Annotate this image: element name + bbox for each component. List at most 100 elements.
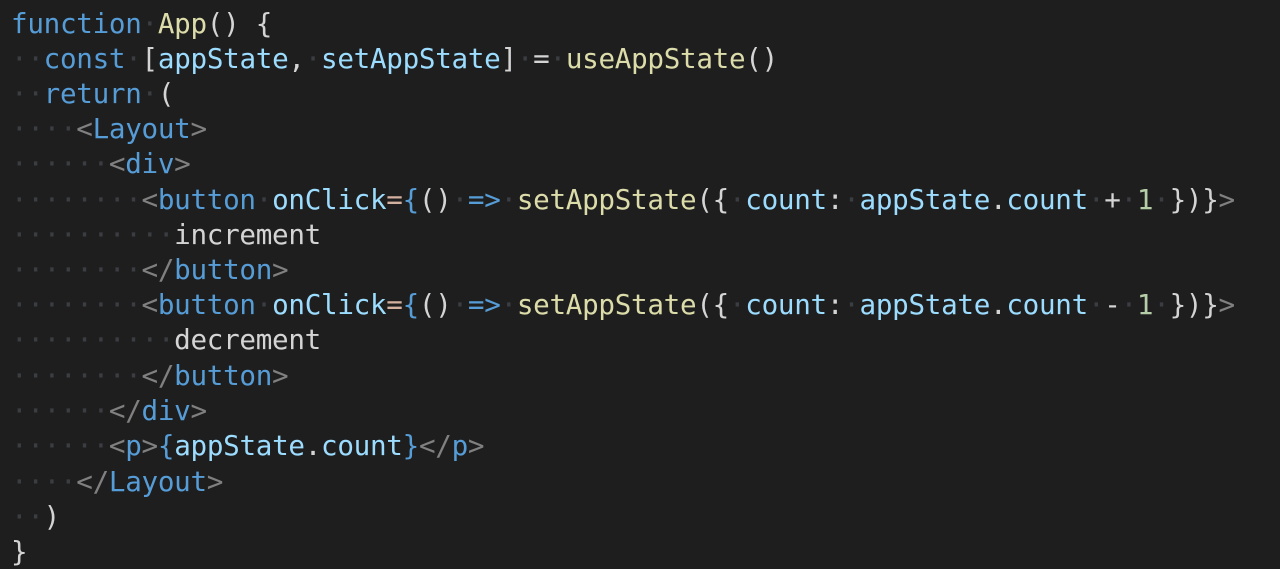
punctuation: ({ (696, 183, 729, 216)
property-count: count (321, 429, 403, 462)
tag-name: Layout (92, 112, 191, 145)
punctuation: })} (1169, 288, 1219, 321)
punctuation: . (990, 183, 1007, 216)
tag-bracket: < (76, 112, 93, 145)
tag-bracket: </ (418, 429, 452, 462)
code-line-13: ······<p>{appState.count}</p> (11, 429, 485, 462)
jsx-text: increment (174, 218, 321, 251)
arrow-operator: => (467, 288, 501, 321)
tag-name: button (174, 359, 273, 392)
code-line-11: ········</button> (11, 359, 289, 392)
tag-bracket: > (174, 147, 191, 180)
tag-bracket: < (141, 288, 159, 321)
keyword-function: function (11, 7, 142, 40)
punctuation: } (402, 429, 420, 462)
punctuation: () (418, 288, 452, 321)
punctuation: ( (157, 77, 175, 110)
object-key: count (745, 183, 827, 216)
code-line-10: ··········decrement (11, 323, 321, 356)
tag-name: button (174, 253, 273, 286)
number-literal: 1 (1136, 288, 1154, 321)
code-line-8: ········</button> (11, 253, 289, 286)
tag-bracket: </ (141, 253, 175, 286)
tag-bracket: < (108, 429, 126, 462)
punctuation: ] (500, 42, 518, 75)
punctuation: , (288, 42, 305, 75)
property-count: count (1006, 183, 1088, 216)
tag-bracket: > (190, 112, 207, 145)
tag-bracket: > (272, 253, 289, 286)
attribute-name: onClick (272, 183, 387, 216)
tag-bracket: </ (76, 465, 109, 498)
function-call: useAppState (565, 42, 746, 75)
tag-name: p (125, 429, 142, 462)
tag-bracket: > (141, 429, 159, 462)
punctuation: : (826, 183, 844, 216)
code-line-4: ····<Layout> (11, 112, 207, 145)
variable-appstate: appState (174, 429, 305, 462)
punctuation: { (402, 288, 420, 321)
punctuation: { (157, 429, 175, 462)
tag-name: p (451, 429, 469, 462)
tag-bracket: < (141, 183, 159, 216)
punctuation: () (745, 42, 778, 75)
jsx-text: decrement (174, 323, 321, 356)
tag-bracket: </ (108, 394, 142, 427)
tag-name: button (157, 183, 256, 216)
code-editor[interactable]: function·App() { ··const·[appState,·setA… (0, 0, 1280, 568)
object-key: count (745, 288, 827, 321)
punctuation: . (990, 288, 1007, 321)
code-line-2: ··const·[appState,·setAppState]·=·useApp… (11, 42, 778, 75)
code-line-6: ········<button·onClick={()·=>·setAppSta… (11, 183, 1236, 216)
punctuation: () (418, 183, 452, 216)
operator: + (1104, 183, 1121, 216)
punctuation: [ (141, 42, 159, 75)
property-count: count (1006, 288, 1088, 321)
keyword-return: return (43, 77, 142, 110)
punctuation: })} (1169, 183, 1219, 216)
tag-name: Layout (108, 465, 207, 498)
tag-bracket: > (1218, 183, 1236, 216)
punctuation: . (304, 429, 322, 462)
tag-name: div (125, 147, 175, 180)
arrow-operator: => (467, 183, 501, 216)
variable-appstate: appState (859, 288, 991, 321)
code-line-1: function·App() { (11, 7, 273, 40)
tag-bracket: > (190, 394, 207, 427)
code-line-15: ··) (11, 500, 61, 533)
tag-bracket: > (1218, 288, 1236, 321)
tag-bracket: > (467, 429, 485, 462)
tag-name: button (157, 288, 256, 321)
punctuation: ({ (696, 288, 729, 321)
tag-bracket: > (206, 465, 224, 498)
punctuation: () { (206, 7, 273, 40)
code-line-12: ······</div> (11, 394, 207, 427)
function-name: App (157, 7, 207, 40)
operator: = (386, 288, 403, 321)
attribute-name: onClick (272, 288, 387, 321)
punctuation: } (11, 535, 28, 568)
code-line-3: ··return·( (11, 77, 175, 110)
variable-appstate: appState (859, 183, 991, 216)
punctuation: : (826, 288, 844, 321)
function-call: setAppState (516, 183, 697, 216)
operator: - (1104, 288, 1121, 321)
number-literal: 1 (1136, 183, 1154, 216)
code-line-14: ····</Layout> (11, 465, 224, 498)
code-line-9: ········<button·onClick={()·=>·setAppSta… (11, 288, 1236, 321)
tag-bracket: > (272, 359, 289, 392)
variable-appstate: appState (157, 42, 289, 75)
tag-bracket: </ (141, 359, 175, 392)
tag-name: div (141, 394, 191, 427)
tag-bracket: < (108, 147, 126, 180)
operator: = (386, 183, 403, 216)
punctuation: ) (43, 500, 61, 533)
code-line-16: } (11, 534, 28, 569)
code-line-7: ··········increment (11, 218, 321, 251)
operator: = (533, 42, 550, 75)
keyword-const: const (43, 42, 126, 75)
function-call: setAppState (516, 288, 697, 321)
variable-setappstate: setAppState (321, 42, 501, 75)
punctuation: { (402, 183, 420, 216)
code-line-5: ······<div> (11, 147, 191, 180)
